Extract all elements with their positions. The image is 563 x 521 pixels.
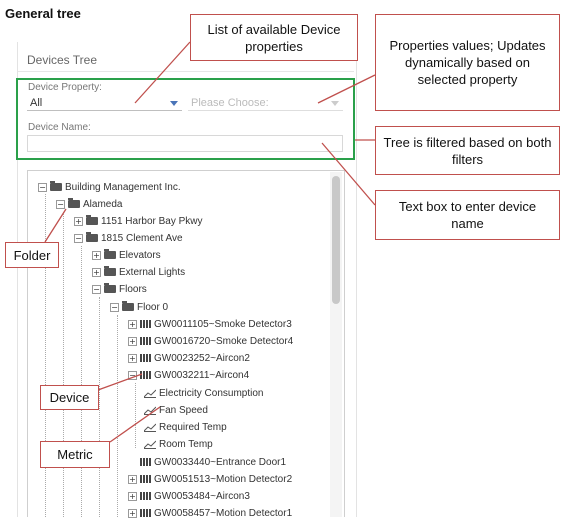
annotation-property-values: Properties values; Updates dynamically b…	[375, 14, 560, 111]
annotation-folder: Folder	[5, 242, 59, 268]
annotation-metric: Metric	[40, 441, 110, 468]
annotation-text-box: Text box to enter device name	[375, 190, 560, 240]
annotation-device-properties: List of available Device properties	[190, 14, 358, 61]
annotation-tree-filtered: Tree is filtered based on both filters	[375, 126, 560, 175]
annotation-device: Device	[40, 385, 99, 410]
